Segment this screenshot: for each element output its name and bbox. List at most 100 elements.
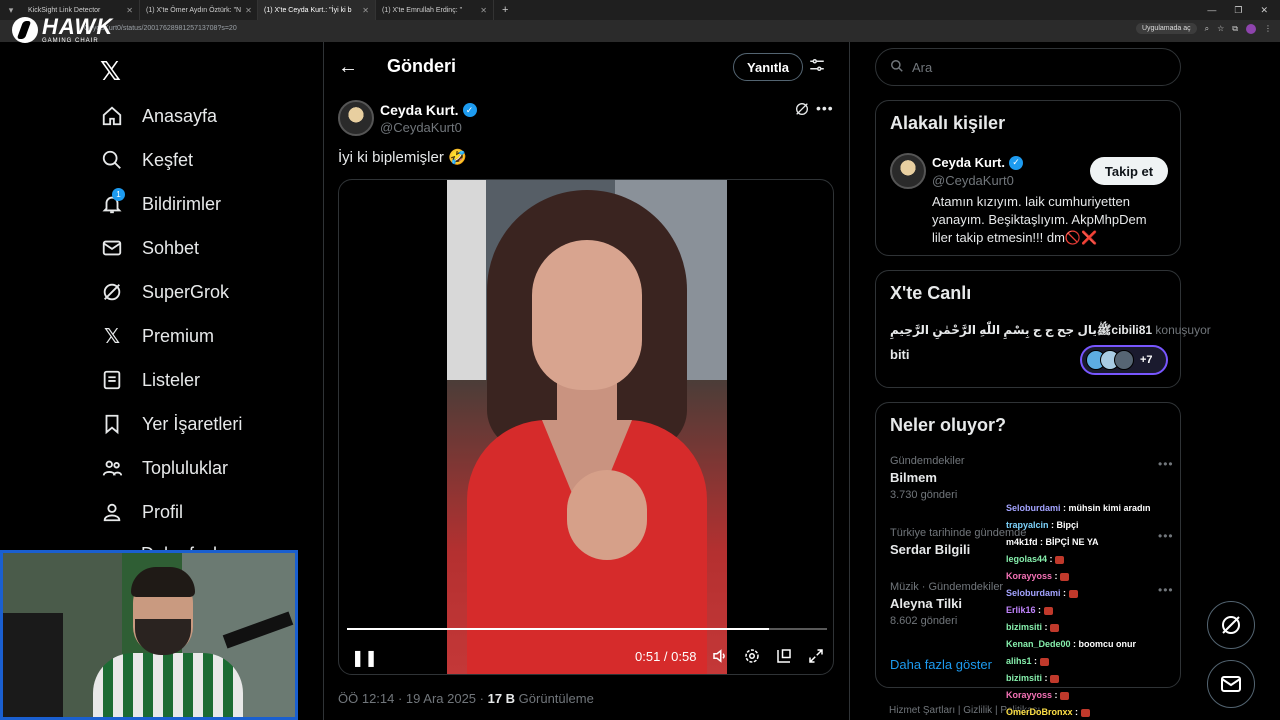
chat-message: trapyalcin : Bipçi bbox=[1006, 520, 1079, 530]
sidebar-item-label: Anasayfa bbox=[142, 105, 218, 126]
close-window-icon[interactable]: ✕ bbox=[1260, 5, 1268, 16]
sliders-icon[interactable] bbox=[808, 56, 826, 79]
sidebar-item-explore[interactable]: Keşfet bbox=[100, 138, 242, 182]
brand-subtitle: GAMING CHAIR bbox=[42, 38, 99, 44]
chat-message: legolas44 : bbox=[1006, 551, 1176, 568]
picture-in-picture-icon[interactable] bbox=[775, 647, 793, 670]
sidebar-item-label: Listeler bbox=[142, 369, 201, 390]
close-icon[interactable]: ✕ bbox=[480, 6, 487, 15]
chat-username: m4k1fd bbox=[1006, 537, 1038, 547]
menu-dots-icon[interactable]: ⋮ bbox=[1264, 24, 1272, 33]
avatar[interactable] bbox=[890, 153, 926, 189]
related-handle[interactable]: @CeydaKurt0 bbox=[932, 173, 1014, 188]
sidebar-item-chat[interactable]: Sohbet bbox=[100, 226, 242, 270]
notification-badge: 1 bbox=[112, 188, 125, 201]
chat-message: Korayyoss : bbox=[1006, 568, 1176, 585]
emote-icon bbox=[1050, 674, 1060, 683]
close-icon[interactable]: ✕ bbox=[245, 6, 252, 15]
avatar[interactable] bbox=[338, 100, 374, 136]
chat-message: alihs1 : bbox=[1006, 653, 1176, 670]
x-logo-icon[interactable]: 𝕏 bbox=[100, 56, 121, 87]
chat-username: bizimsiti bbox=[1006, 622, 1043, 632]
sidebar-item-profile[interactable]: Profil bbox=[100, 490, 242, 534]
column-divider bbox=[323, 42, 324, 720]
settings-icon[interactable] bbox=[743, 647, 761, 670]
list-icon bbox=[100, 368, 124, 392]
trend-name: Aleyna Tilki bbox=[890, 596, 963, 611]
search-placeholder: Ara bbox=[912, 59, 933, 75]
sidebar-item-home[interactable]: Anasayfa bbox=[100, 94, 242, 138]
chat-text: BİPÇİ NE YA bbox=[1045, 537, 1099, 547]
maximize-icon[interactable]: ❐ bbox=[1234, 5, 1242, 16]
post-timestamp[interactable]: ÖÖ 12:14 · 19 Ara 2025 · bbox=[338, 691, 488, 706]
related-name[interactable]: Ceyda Kurt. ✓ bbox=[932, 155, 1023, 170]
sidebar-nav: Anasayfa Keşfet 1 Bildirimler Sohbet Sup… bbox=[100, 94, 242, 534]
window-controls: — ❐ ✕ bbox=[1207, 5, 1280, 16]
messages-fab-button[interactable] bbox=[1207, 660, 1255, 708]
tab-title: (1) X'te Ömer Aydın Öztürk: "N bbox=[146, 6, 242, 14]
more-options-icon[interactable]: ••• bbox=[1158, 457, 1174, 471]
live-listeners[interactable]: +7 bbox=[1080, 345, 1168, 375]
trend-item[interactable]: Gündemdekiler Bilmem 3.730 gönderi bbox=[890, 455, 965, 501]
star-icon[interactable]: ☆ bbox=[1217, 24, 1224, 33]
profile-icon[interactable] bbox=[1246, 23, 1256, 34]
sidebar-item-label: Premium bbox=[142, 325, 215, 346]
chat-username: alihs1 bbox=[1006, 656, 1032, 666]
more-options-icon[interactable]: ••• bbox=[816, 100, 834, 116]
back-arrow-icon[interactable]: ← bbox=[338, 56, 358, 79]
live-host-name: ﷺيال جح ج ج بِسْمِ اللّٰهِ الرَّحْمٰنِ ا… bbox=[890, 323, 1153, 337]
zoom-icon[interactable]: ⌕ bbox=[1205, 24, 1209, 34]
related-bio: Atamın kızıyım. laik cumhuriyetten yanay… bbox=[932, 194, 1147, 245]
reply-button[interactable]: Yanıtla bbox=[733, 53, 803, 81]
browser-tab-active[interactable]: (1) X'te Ceyda Kurt.: "İyi ki b ✕ bbox=[258, 0, 376, 20]
sidebar-item-lists[interactable]: Listeler bbox=[100, 358, 242, 402]
emote-icon bbox=[1060, 691, 1070, 700]
sidebar-item-label: SuperGrok bbox=[142, 281, 230, 302]
pause-icon[interactable]: ❚❚ bbox=[351, 648, 378, 668]
chat-username: Korayyoss bbox=[1006, 571, 1053, 581]
search-input[interactable]: Ara bbox=[875, 48, 1181, 86]
extensions-icon[interactable]: ⧉ bbox=[1232, 24, 1238, 34]
volume-icon[interactable] bbox=[711, 647, 729, 670]
show-more-link[interactable]: Daha fazla göster bbox=[890, 657, 992, 672]
trend-item[interactable]: Müzik · Gündemdekiler Aleyna Tilki 8.602… bbox=[890, 581, 1003, 627]
chat-username: OmerDoBronxx bbox=[1006, 707, 1073, 717]
sidebar-item-bookmarks[interactable]: Yer İşaretleri bbox=[100, 402, 242, 446]
close-icon[interactable]: ✕ bbox=[126, 6, 133, 15]
browser-tab-bar: ▾ KickSight Link Detector ✕ (1) X'te Ömer… bbox=[0, 0, 1280, 20]
open-in-app-button[interactable]: Uygulamada aç bbox=[1135, 23, 1197, 34]
verified-badge-icon: ✓ bbox=[462, 103, 477, 117]
sidebar-item-communities[interactable]: Topluluklar bbox=[100, 446, 242, 490]
author-handle[interactable]: @CeydaKurt0 bbox=[380, 120, 462, 135]
author-name[interactable]: Ceyda Kurt. ✓ bbox=[380, 102, 477, 118]
sidebar-item-notifications[interactable]: 1 Bildirimler bbox=[100, 182, 242, 226]
sidebar-item-label: Profil bbox=[142, 501, 184, 522]
video-player[interactable]: ❚❚ 0:51 / 0:58 bbox=[338, 179, 834, 675]
chat-message: Seloburdami : bbox=[1006, 585, 1176, 602]
stream-chat: Seloburdami : mühsin kimi aradın trapyalc… bbox=[1006, 500, 1176, 720]
post-meta: ÖÖ 12:14 · 19 Ara 2025 · 17 B Görüntülem… bbox=[338, 691, 594, 706]
chat-message: bizimsiti : bbox=[1006, 670, 1176, 687]
new-tab-icon[interactable]: + bbox=[494, 4, 516, 16]
chat-username: Seloburdami bbox=[1006, 503, 1061, 513]
browser-tab[interactable]: (1) X'te Emrullah Erdinç: " ✕ bbox=[376, 0, 494, 20]
live-host: ﷺيال جح ج ج بِسْمِ اللّٰهِ الرَّحْمٰنِ ا… bbox=[890, 323, 1211, 340]
chat-text: Bipçi bbox=[1056, 520, 1079, 530]
sidebar-item-premium[interactable]: 𝕏 Premium bbox=[100, 314, 242, 358]
minimize-icon[interactable]: — bbox=[1207, 5, 1216, 16]
related-name-text: Ceyda Kurt. bbox=[932, 155, 1005, 170]
live-spaces-card[interactable]: X'te Canlı ﷺيال جح ج ج بِسْمِ اللّٰهِ ال… bbox=[875, 270, 1211, 388]
card-title: X'te Canlı bbox=[890, 283, 972, 303]
grok-fab-button[interactable] bbox=[1207, 601, 1255, 649]
sidebar-item-label: Keşfet bbox=[142, 149, 194, 170]
close-icon[interactable]: ✕ bbox=[362, 6, 369, 15]
video-progress-bar[interactable] bbox=[347, 628, 827, 630]
follow-button[interactable]: Takip et bbox=[1090, 157, 1168, 185]
address-bar: /CeydaKurt0/status/2001762898125713708?s… bbox=[0, 20, 1280, 42]
grok-icon[interactable] bbox=[794, 101, 810, 122]
browser-tab[interactable]: (1) X'te Ömer Aydın Öztürk: "N ✕ bbox=[140, 0, 258, 20]
x-icon: 𝕏 bbox=[103, 325, 121, 348]
fullscreen-icon[interactable] bbox=[807, 647, 825, 670]
sidebar-item-supergrok[interactable]: SuperGrok bbox=[100, 270, 242, 314]
search-icon bbox=[890, 59, 904, 76]
